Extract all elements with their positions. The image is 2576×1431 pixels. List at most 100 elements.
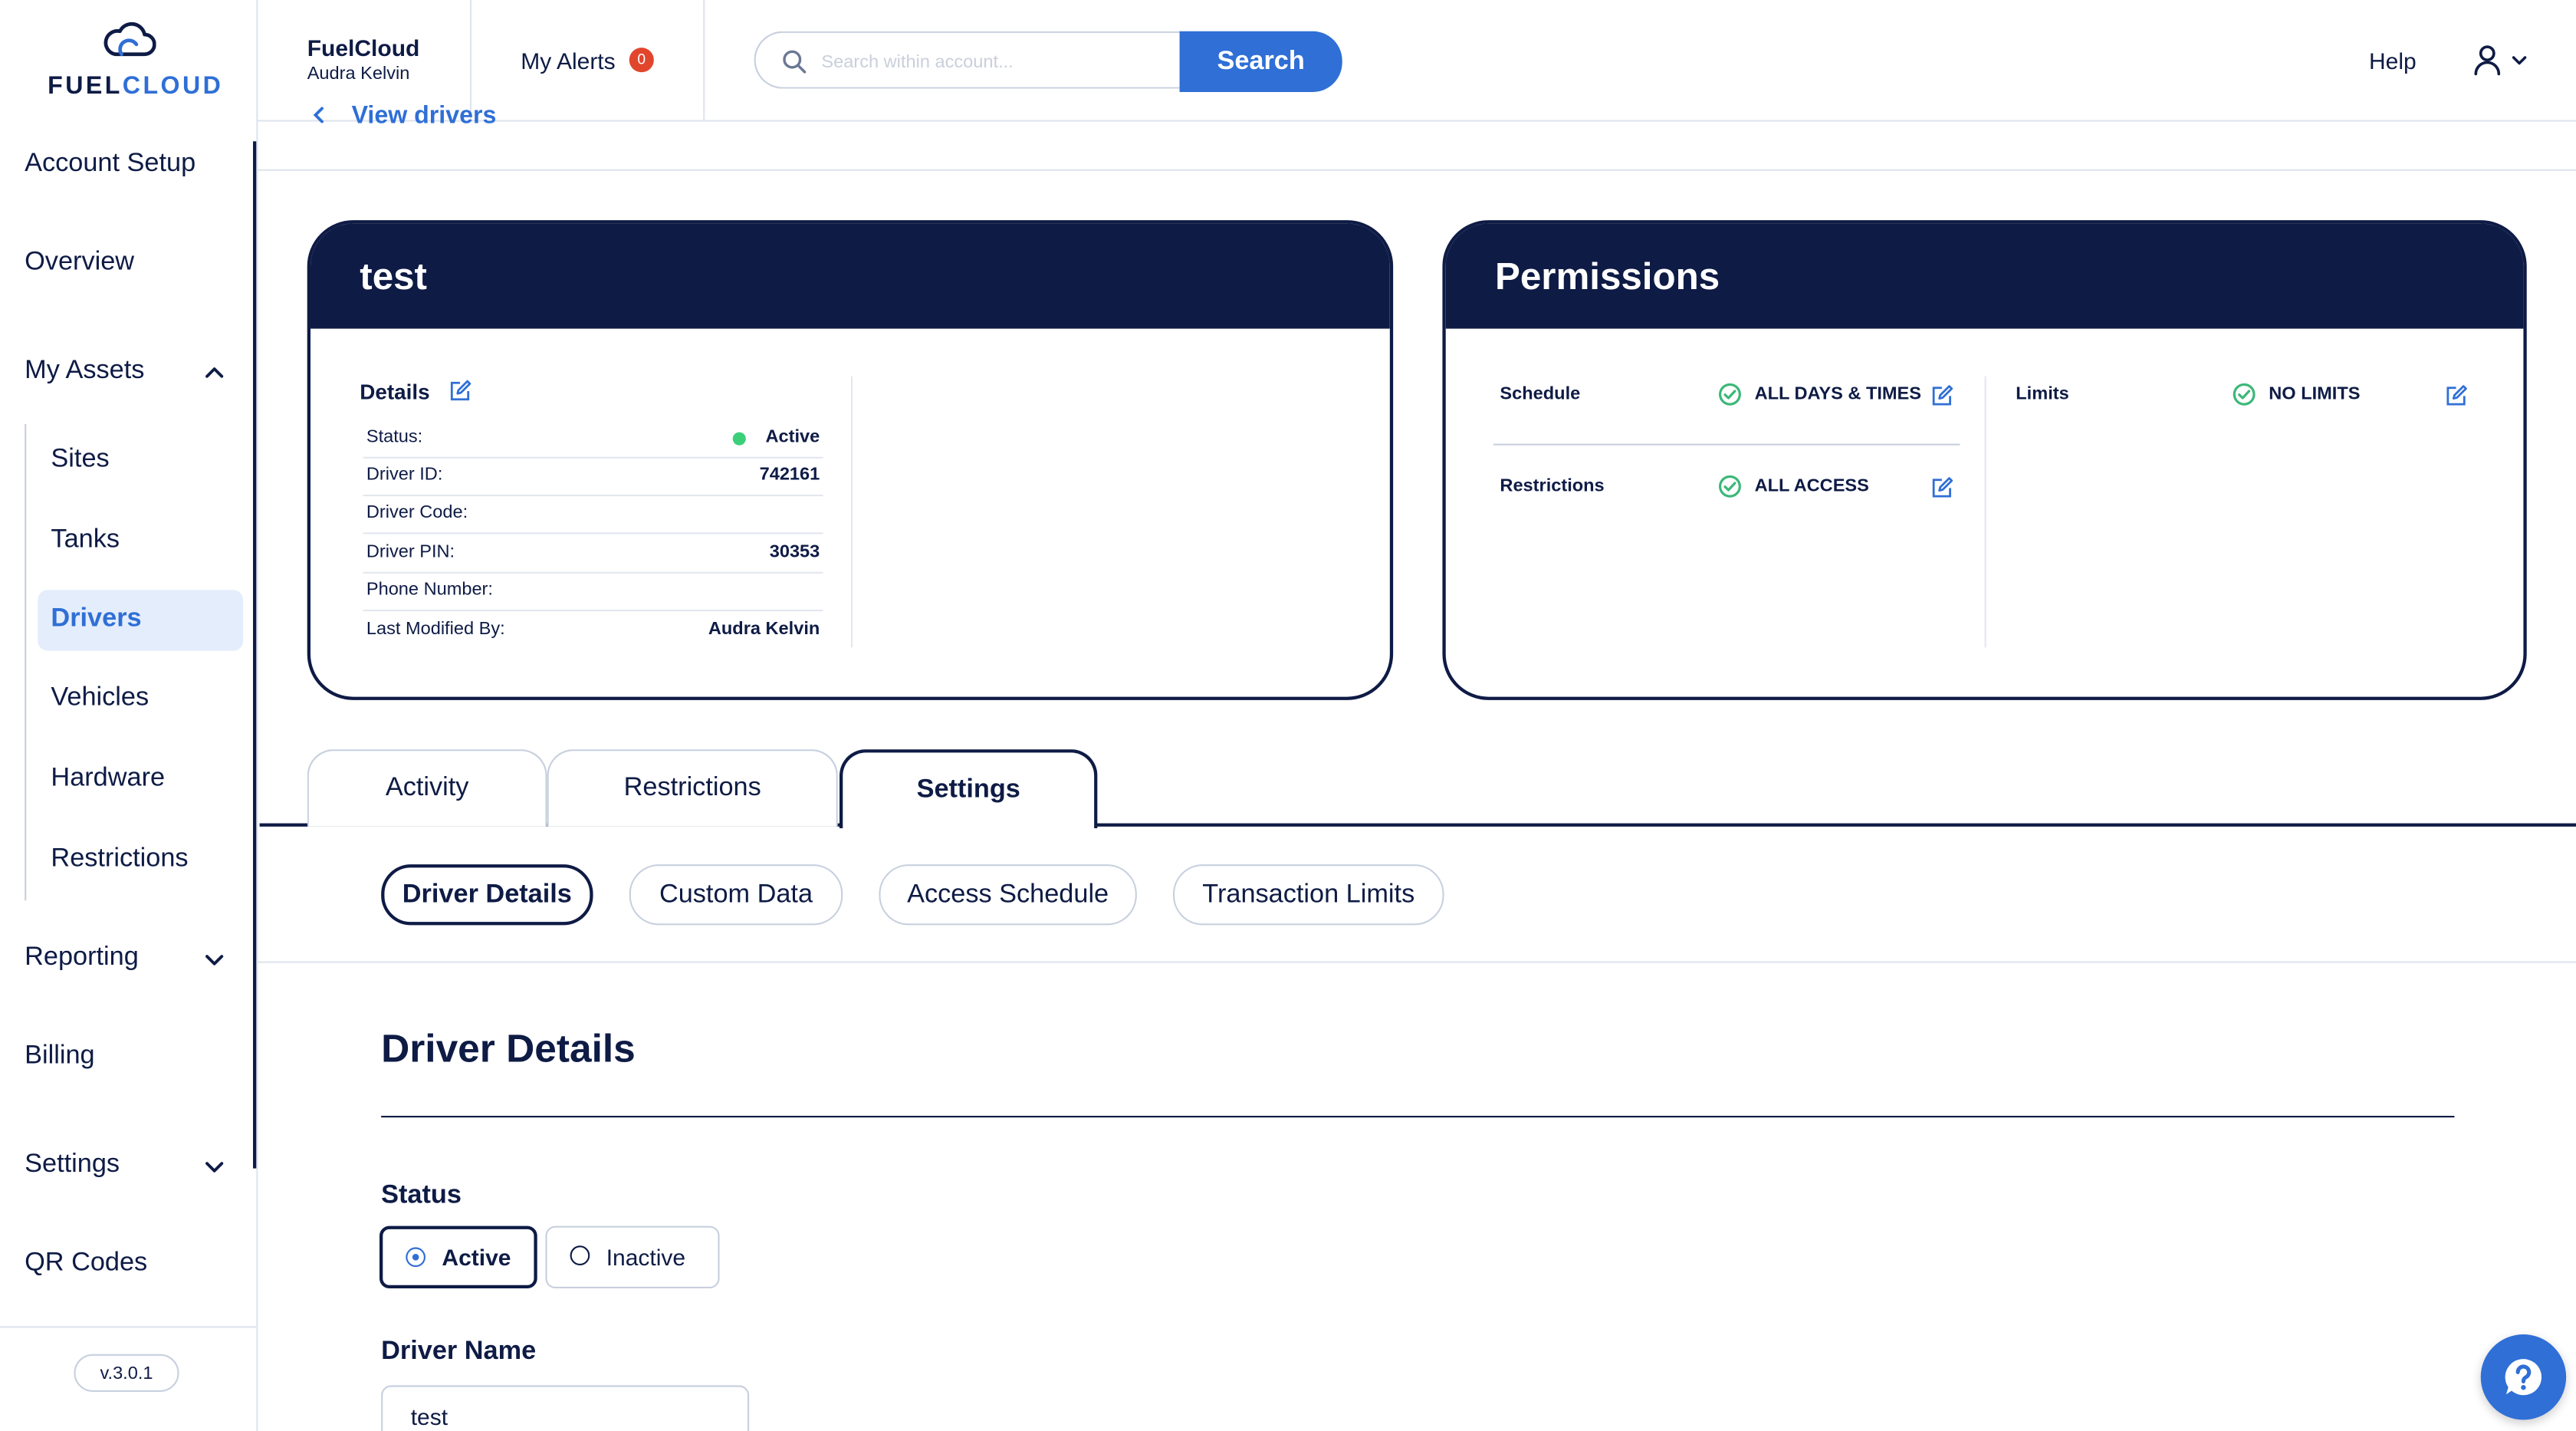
help-chat-button[interactable] [2480,1334,2567,1420]
user-icon [2474,45,2501,76]
divider [1984,376,1986,648]
sidebar-item-my-assets[interactable]: My Assets [0,345,246,401]
cloud-logo-icon [104,21,156,57]
sidebar-item-sites[interactable]: Sites [51,446,109,475]
sidebar-item-label: My Assets [25,357,145,385]
radio-unselected-icon [570,1245,590,1265]
detail-value: 742161 [759,465,820,485]
check-circle-icon [2233,383,2256,406]
driver-name-label: Driver Name [381,1337,537,1366]
sidebar-item-label: Settings [25,1150,120,1179]
chevron-down-icon [205,1162,224,1173]
chevron-left-icon [313,107,324,123]
edit-icon[interactable] [2445,384,2468,407]
sidebar-item-tanks[interactable]: Tanks [51,526,120,556]
header-divider [256,0,258,120]
tab-activity[interactable]: Activity [307,749,547,827]
question-bubble-icon [2505,1359,2542,1396]
account-user-name: Audra Kelvin [307,64,410,84]
detail-row-last-modified: Last Modified By: Audra Kelvin [363,611,823,649]
my-alerts-link[interactable]: My Alerts [521,48,615,74]
sidebar-item-billing[interactable]: Billing [25,1042,94,1072]
schedule-label: Schedule [1500,384,1581,405]
limits-value: NO LIMITS [2269,384,2361,405]
sidebar-item-restrictions[interactable]: Restrictions [51,844,188,874]
radio-label: Inactive [606,1244,686,1271]
account-name[interactable]: FuelCloud [307,35,420,61]
chevron-down-icon [205,955,224,966]
card-header: Permissions [1445,223,2524,329]
divider [851,376,853,648]
details-section-label: Details [360,379,430,405]
sidebar-item-overview[interactable]: Overview [25,248,134,278]
card-header: test [310,223,1390,329]
logo-wordmark: FUELCLOUD [48,72,223,100]
help-link[interactable]: Help [2369,48,2417,74]
sidebar-item-vehicles[interactable]: Vehicles [51,683,149,713]
detail-row-driver-pin: Driver PIN: 30353 [363,534,823,574]
sidebar-item-qr-codes[interactable]: QR Codes [25,1249,147,1279]
status-active-dot [732,432,746,446]
status-radio-inactive[interactable]: Inactive [545,1225,720,1288]
sidebar-item-hardware[interactable]: Hardware [51,764,165,794]
divider [0,1326,257,1328]
divider [1493,443,1960,446]
divider [258,961,2576,963]
subtab-transaction-limits[interactable]: Transaction Limits [1173,864,1444,926]
driver-name-title: test [360,255,427,298]
section-title: Driver Details [381,1027,636,1072]
sidebar-item-drivers[interactable]: Drivers [38,590,244,651]
detail-label: Status: [366,427,423,447]
subtab-custom-data[interactable]: Custom Data [629,864,843,926]
edit-icon[interactable] [1930,384,1953,407]
chevron-down-icon [2512,56,2527,65]
radio-label: Active [442,1244,511,1271]
chevron-up-icon [205,367,224,378]
detail-row-driver-code: Driver Code: [363,495,823,535]
edit-icon[interactable] [1930,476,1953,499]
driver-name-input[interactable] [407,1401,727,1431]
header-divider [703,0,705,120]
sidebar-item-label: Reporting [25,943,139,972]
detail-label: Driver PIN: [366,542,455,562]
back-link[interactable]: View drivers [312,99,526,125]
user-menu-button[interactable] [2468,43,2534,79]
radio-selected-icon [406,1247,426,1268]
sidebar-item-settings[interactable]: Settings [0,1139,246,1195]
detail-row-driver-id: Driver ID: 742161 [363,457,823,497]
logo[interactable]: FUELCLOUD [0,0,256,120]
version-badge: v.3.0.1 [74,1354,179,1392]
divider [381,1116,2455,1118]
sidebar-item-reporting[interactable]: Reporting [0,932,246,988]
sidebar-scroll-indicator[interactable] [253,141,257,1169]
sidebar-item-account-setup[interactable]: Account Setup [25,150,196,179]
check-circle-icon [1718,383,1741,406]
detail-label: Last Modified By: [366,619,505,640]
search-field[interactable] [754,31,1184,89]
search-icon [783,50,807,74]
logo-word-fuel: FUEL [48,72,123,100]
tab-restrictions[interactable]: Restrictions [547,749,838,827]
restrictions-value: ALL ACCESS [1754,476,1869,497]
alerts-count-badge: 0 [629,48,654,73]
driver-name-field[interactable] [381,1385,750,1431]
search-button[interactable]: Search [1179,31,1342,93]
subtab-access-schedule[interactable]: Access Schedule [879,864,1137,926]
divider [258,169,2576,171]
detail-value: 30353 [769,542,820,562]
status-label: Status [381,1181,462,1210]
limits-label: Limits [2016,384,2069,405]
submenu-guide-line [25,423,27,901]
search-input[interactable] [818,46,1170,79]
schedule-value: ALL DAYS & TIMES [1754,384,1922,405]
detail-label: Driver Code: [366,502,468,523]
subtab-driver-details[interactable]: Driver Details [381,864,593,926]
edit-icon[interactable] [449,380,472,403]
restrictions-label: Restrictions [1500,476,1605,497]
detail-value: Active [765,427,820,447]
detail-row-status: Status: Active [363,419,823,459]
detail-label: Phone Number: [366,580,493,600]
status-radio-active[interactable]: Active [379,1225,537,1288]
detail-value: Audra Kelvin [708,619,820,640]
tab-settings[interactable]: Settings [840,749,1098,828]
